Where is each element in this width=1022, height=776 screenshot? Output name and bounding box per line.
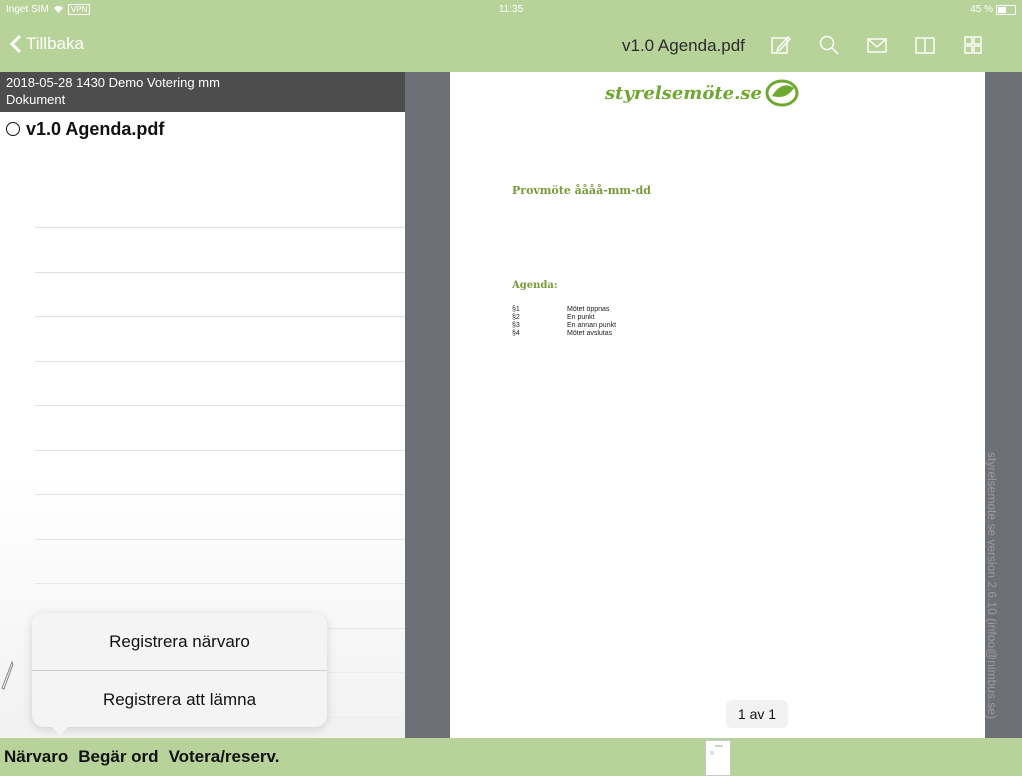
book-icon[interactable] xyxy=(912,32,938,58)
mail-icon[interactable] xyxy=(864,32,890,58)
back-button[interactable]: Tillbaka xyxy=(10,34,84,54)
list-divider xyxy=(35,316,405,361)
agenda-text: En punkt xyxy=(567,314,595,321)
leaf-logo-icon xyxy=(765,79,799,107)
chevron-left-icon xyxy=(10,34,22,54)
agenda-number: §2 xyxy=(512,314,520,321)
presence-button[interactable]: Närvaro xyxy=(4,747,68,767)
document-title: v1.0 Agenda.pdf xyxy=(622,36,745,55)
list-divider xyxy=(35,449,405,495)
list-divider xyxy=(35,494,405,539)
meeting-header: 2018-05-28 1430 Demo Votering mm Dokumen… xyxy=(0,72,405,112)
list-divider xyxy=(35,405,405,450)
register-leave-button[interactable]: Registrera att lämna xyxy=(32,670,327,728)
status-bar: Inget SIM VPN 11:35 45 % xyxy=(0,0,1022,20)
clock: 11:35 xyxy=(498,4,524,15)
list-item[interactable]: v1.0 Agenda.pdf xyxy=(0,112,405,142)
agenda-heading: Agenda: xyxy=(512,280,558,291)
popover-arrow xyxy=(50,724,70,736)
agenda-text: Mötet avslutas xyxy=(567,330,613,337)
presence-popover: Registrera närvaro Registrera att lämna xyxy=(32,613,327,727)
battery-indicator: 45 % xyxy=(970,4,1016,15)
logo: styrelsemöte.se xyxy=(605,78,800,108)
meeting-name: 2018-05-28 1430 Demo Votering mm xyxy=(6,75,220,90)
back-label: Tillbaka xyxy=(26,34,84,53)
meeting-title: Provmöte åååå-mm-dd xyxy=(512,184,651,197)
agenda-item: §3 En annan punkt xyxy=(512,322,616,330)
page-thumbnail[interactable] xyxy=(705,740,731,776)
list-divider xyxy=(35,360,405,406)
list-divider xyxy=(35,538,405,584)
agenda-item: §4 Mötet avslutas xyxy=(512,330,616,338)
agenda-list: §1 Mötet öppnas §2 En punkt §3 En annan … xyxy=(512,306,616,338)
agenda-item: §2 En punkt xyxy=(512,314,616,322)
agenda-text: Mötet öppnas xyxy=(567,306,610,313)
nav-actions xyxy=(768,32,986,58)
search-icon[interactable] xyxy=(816,32,842,58)
battery-percent: 45 % xyxy=(970,4,993,15)
version-text: styrelsemote.se version 2.6.10 (infoo@ni… xyxy=(985,452,999,719)
agenda-text: En annan punkt xyxy=(567,322,617,329)
battery-icon xyxy=(996,4,1016,15)
logo-text: styrelsemöte.se xyxy=(605,82,762,104)
pdf-page[interactable]: styrelsemöte.se Provmöte åååå-mm-dd Agen… xyxy=(450,72,985,738)
vote-button[interactable]: Votera/reserv. xyxy=(169,747,280,767)
request-word-button[interactable]: Begär ord xyxy=(78,747,158,767)
bottom-toolbar: Närvaro Begär ord Votera/reserv. xyxy=(0,738,1022,776)
agenda-item: §1 Mötet öppnas xyxy=(512,306,616,314)
section-label: Dokument xyxy=(6,92,66,107)
register-presence-button[interactable]: Registrera närvaro xyxy=(32,613,327,670)
list-divider xyxy=(35,271,405,317)
document-viewer[interactable]: styrelsemöte.se Provmöte åååå-mm-dd Agen… xyxy=(405,72,1022,738)
edit-icon[interactable] xyxy=(768,32,794,58)
grid-icon[interactable] xyxy=(960,32,986,58)
agenda-number: §3 xyxy=(512,322,520,329)
agenda-number: §1 xyxy=(512,306,520,313)
circle-icon xyxy=(6,122,20,136)
page-indicator: 1 av 1 xyxy=(726,700,788,728)
document-name: v1.0 Agenda.pdf xyxy=(26,118,165,139)
navigation-bar: Tillbaka v1.0 Agenda.pdf xyxy=(0,20,1022,72)
agenda-number: §4 xyxy=(512,330,520,337)
pencil-icon xyxy=(1,660,14,690)
list-divider xyxy=(35,227,405,272)
toolbar-actions: Närvaro Begär ord Votera/reserv. xyxy=(0,738,405,776)
